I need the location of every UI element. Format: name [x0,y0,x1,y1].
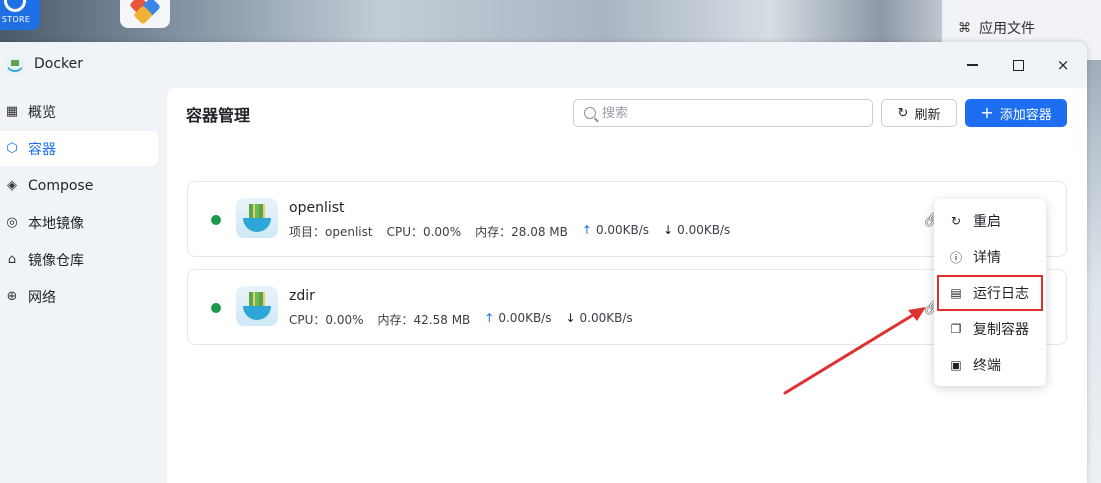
sidebar-item-label: 概览 [28,104,56,121]
app-files-shortcut[interactable]: ⌘ 应用文件 [958,18,1035,38]
stack-shape [249,292,265,306]
sidebar-item-overview[interactable]: ▦ 概览 [0,94,160,129]
store-label: STORE [1,15,31,24]
arrow-up-icon: ↑ [484,311,495,325]
arrow-down-icon: ↓ [565,311,576,325]
search-input[interactable] [602,105,842,121]
page-title: 容器管理 [186,106,251,125]
container-app-icon [236,198,278,238]
sidebar-item-label: 网络 [28,289,56,306]
docker-logo-icon [6,57,24,75]
home-icon: ⌂ [7,252,17,267]
refresh-icon: ↻ [897,105,909,121]
title-bar[interactable]: Docker × [0,42,1087,88]
upload-rate: ↑ 0.00KB/s [582,223,649,240]
sidebar-item-network[interactable]: ⊕ 网络 [0,279,160,314]
running-status-dot [211,215,221,225]
app-files-label: 应用文件 [979,21,1035,37]
docker-window: Docker × ▦ 概览 ⬡ 容器 ◈ Compose ◎ 本地镜像 ⌂ 镜像… [0,42,1087,483]
annotation-arrow-icon [783,307,926,395]
sidebar-item-containers[interactable]: ⬡ 容器 [0,131,158,166]
project-label: 项目：openlist [289,225,373,239]
container-name: openlist [289,200,345,216]
upload-rate: ↑ 0.00KB/s [484,311,551,328]
store-ring-shape [4,0,26,12]
sidebar-item-label: 镜像仓库 [28,252,84,269]
menu-item-copy-container[interactable]: ❐ 复制容器 [934,311,1046,347]
maximize-button[interactable] [1007,54,1029,76]
cpu-usage: CPU：0.00% [386,225,462,239]
running-status-dot [211,303,221,313]
whale-shape [243,306,271,320]
document-icon: ▤ [950,286,962,300]
container-stats: 项目：openlist CPU：0.00% 内存：28.08 MB ↑ 0.00K… [289,223,730,240]
menu-item-label: 运行日志 [973,286,1029,302]
close-button[interactable]: × [1052,54,1074,76]
menu-item-terminal[interactable]: ▣ 终端 [934,347,1046,383]
menu-item-label: 终端 [973,358,1001,374]
app-store-icon[interactable]: STORE [0,0,40,30]
menu-item-label: 详情 [973,250,1001,266]
info-icon: ⓘ [949,250,962,265]
sidebar-item-local-images[interactable]: ◎ 本地镜像 [0,205,160,240]
download-value: 0.00KB/s [579,311,633,325]
search-box[interactable] [573,99,873,127]
search-icon [584,107,596,119]
stack-shape [249,204,265,218]
plus-icon: + [980,103,994,122]
sidebar-item-label: 容器 [28,141,56,158]
close-icon: × [1056,56,1070,74]
maximize-icon [1012,59,1024,71]
refresh-label: 刷新 [914,107,941,123]
arrow-up-icon: ↑ [581,223,592,237]
memory-usage: 内存：28.08 MB [475,225,568,239]
minimize-button[interactable] [961,54,983,76]
minimize-icon [966,64,978,66]
menu-item-logs[interactable]: ▤ 运行日志 [937,275,1043,311]
layers-icon: ◈ [7,178,17,193]
menu-item-restart[interactable]: ↻ 重启 [934,203,1046,239]
sidebar-item-compose[interactable]: ◈ Compose [0,168,160,203]
refresh-button[interactable]: ↻ 刷新 [881,99,957,127]
container-stats: CPU：0.00% 内存：42.58 MB ↑ 0.00KB/s ↓ 0.00KB/… [289,311,633,328]
grid-icon: ▦ [5,104,19,119]
photos-app-icon[interactable] [120,0,170,28]
container-name: zdir [289,288,315,304]
upload-value: 0.00KB/s [595,223,650,237]
container-app-icon [236,286,278,326]
sidebar-item-label: Compose [28,177,94,194]
add-container-label: 添加容器 [999,107,1052,123]
menu-item-label: 复制容器 [973,322,1029,338]
globe-icon: ⊕ [6,289,18,304]
arrow-down-icon: ↓ [663,223,674,237]
sidebar: ▦ 概览 ⬡ 容器 ◈ Compose ◎ 本地镜像 ⌂ 镜像仓库 ⊕ 网络 [0,94,160,316]
download-value: 0.00KB/s [677,223,731,237]
cpu-usage: CPU：0.00% [289,313,364,327]
container-context-menu: ↻ 重启 ⓘ 详情 ▤ 运行日志 ❐ 复制容器 ▣ 终端 [934,199,1046,386]
upload-value: 0.00KB/s [498,311,552,325]
terminal-icon: ▣ [950,358,962,372]
cube-icon: ⬡ [6,141,18,156]
menu-item-label: 重启 [973,214,1001,230]
sidebar-item-registry[interactable]: ⌂ 镜像仓库 [0,242,160,277]
disc-icon: ◎ [6,215,18,230]
memory-usage: 内存：42.58 MB [377,313,471,327]
copy-icon: ❐ [950,322,962,336]
restart-icon: ↻ [950,214,962,228]
window-title: Docker [34,56,84,72]
sidebar-item-label: 本地镜像 [28,215,84,232]
whale-shape [243,218,271,232]
download-rate: ↓ 0.00KB/s [663,223,730,240]
menu-item-details[interactable]: ⓘ 详情 [934,239,1046,275]
download-rate: ↓ 0.00KB/s [565,311,632,328]
add-container-button[interactable]: + 添加容器 [965,99,1067,127]
grid-icon: ⌘ [958,20,971,36]
